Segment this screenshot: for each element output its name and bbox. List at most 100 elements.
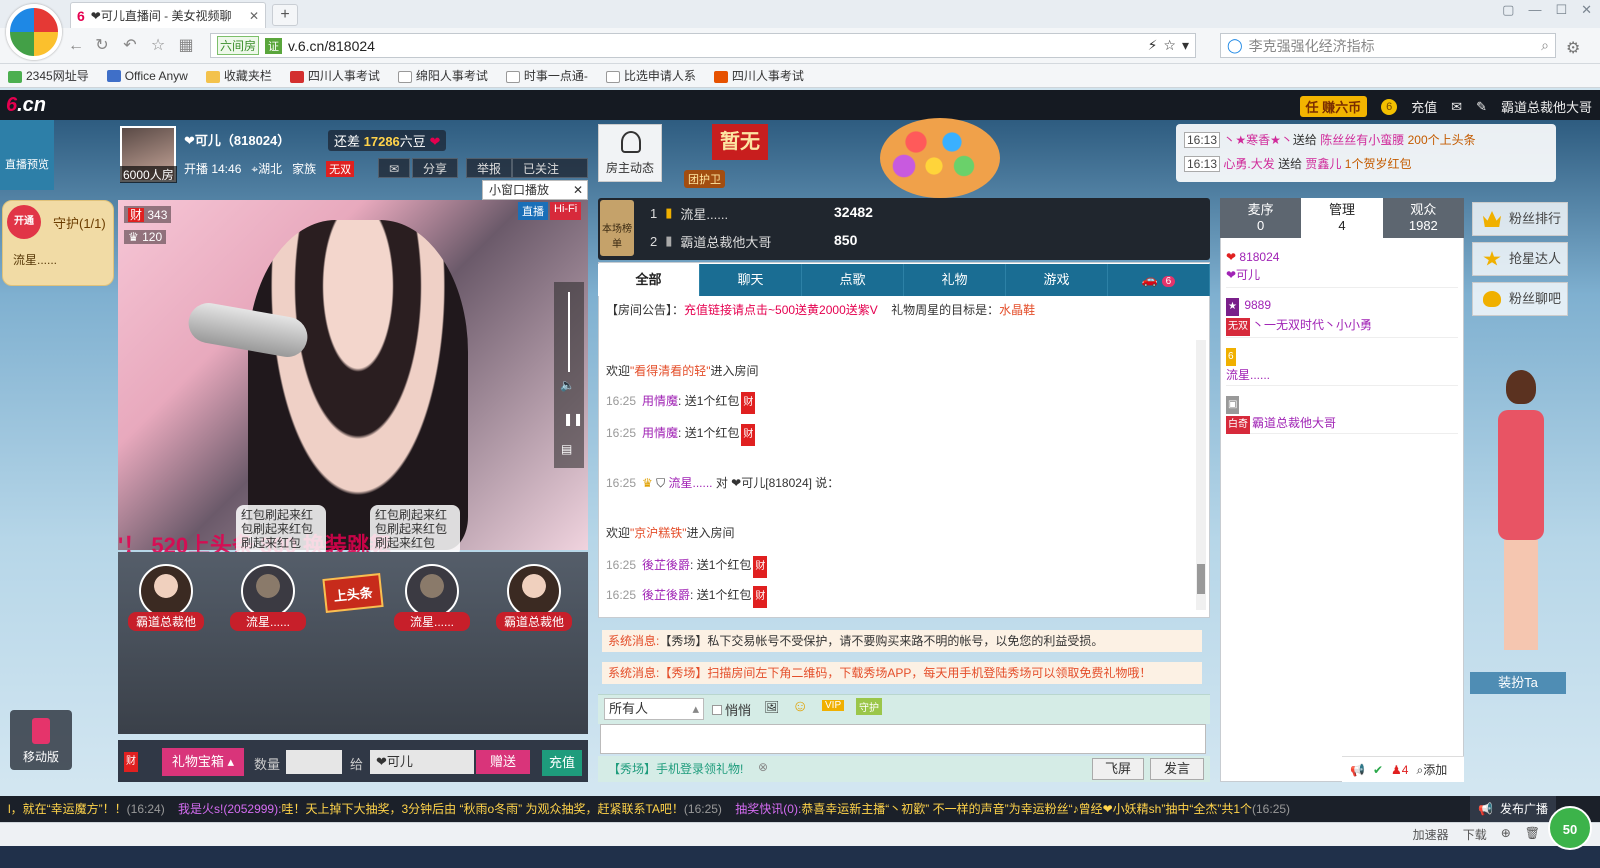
tab-queue[interactable]: 麦序 0 xyxy=(1220,198,1301,238)
user-row[interactable]: ❤ 818024 ❤可儿 xyxy=(1226,248,1458,288)
maximize-icon[interactable]: ☐ xyxy=(1555,2,1567,18)
host-dynamics-button[interactable]: 房主动态 xyxy=(598,124,662,182)
user-row[interactable]: ★ 9889 无双 丶一无双时代丶小小勇 xyxy=(1226,296,1458,338)
notice-link[interactable]: 充值链接请点击~500送黄2000送紫V xyxy=(684,303,878,317)
mini-window-button[interactable]: 小窗口播放 ✕ xyxy=(482,180,588,200)
open-guard-button[interactable]: 开通 xyxy=(7,205,41,239)
tab-admin[interactable]: 管理 4 xyxy=(1301,198,1383,238)
close-tab-icon[interactable]: ✕ xyxy=(249,9,259,23)
check-icon[interactable]: ✔ xyxy=(1373,763,1383,777)
url-text[interactable]: v.6.cn/818024 xyxy=(288,38,1142,54)
fans-rank-button[interactable]: 粉丝排行 xyxy=(1472,202,1568,236)
ranking-row[interactable]: 2 ▮ 霸道总裁他大哥 xyxy=(650,228,771,254)
report-button[interactable]: 举报 xyxy=(466,158,513,178)
vip-icon[interactable]: VIP xyxy=(822,700,845,711)
fan-item[interactable]: 霸道总裁他 xyxy=(496,564,572,644)
apps-icon[interactable]: ▦ xyxy=(176,36,196,56)
video-player[interactable] xyxy=(118,200,588,550)
site-logo[interactable]: 6.cn xyxy=(6,94,46,117)
mobile-version-button[interactable]: 移动版 xyxy=(10,710,72,770)
bookmark-item[interactable]: 收藏夹栏 xyxy=(205,67,272,84)
bookmark-item[interactable]: 四川人事考试 xyxy=(713,67,804,84)
guard-member[interactable]: 流星...... xyxy=(13,251,57,268)
chat-scrollbar[interactable] xyxy=(1196,340,1206,610)
bookmark-item[interactable]: 绵阳人事考试 xyxy=(397,67,488,84)
tab-gifts[interactable]: 礼物 xyxy=(904,264,1006,296)
browser-tab[interactable]: 6 ❤可儿直播间 - 美女视频聊 ✕ xyxy=(70,2,266,28)
lightning-icon[interactable]: ⚡ xyxy=(1148,37,1158,54)
share-button[interactable]: 分享 xyxy=(412,158,459,178)
tab-car[interactable]: 🚗 6 xyxy=(1108,264,1210,296)
close-window-icon[interactable]: ✕ xyxy=(1581,2,1592,18)
tab-chat[interactable]: 聊天 xyxy=(700,264,802,296)
pause-icon[interactable]: ❚❚ xyxy=(563,412,583,426)
bookmark-item[interactable]: 比选申请人系 xyxy=(605,67,696,84)
message-input[interactable] xyxy=(600,724,1206,754)
star-grabber-button[interactable]: 抢星达人 xyxy=(1472,242,1568,276)
fans-chat-button[interactable]: 粉丝聊吧 xyxy=(1472,282,1568,316)
ranking-row[interactable]: 1 ▮ 流星...... xyxy=(650,200,728,226)
quantity-input[interactable] xyxy=(286,750,342,774)
undo-icon[interactable]: ↶ xyxy=(120,36,140,56)
mobile-login-tip[interactable]: 【秀场】手机登录领礼物! xyxy=(608,760,743,777)
favorite-icon[interactable]: ☆ xyxy=(148,36,168,56)
download-button[interactable]: 下载 xyxy=(1463,826,1487,843)
dress-up-avatar[interactable] xyxy=(1480,370,1560,670)
bookmark-item[interactable]: Office Anyw xyxy=(106,69,188,83)
user-row[interactable]: ▣ 白奇 霸道总裁他大哥 xyxy=(1226,394,1458,434)
close-icon[interactable]: ✕ xyxy=(573,181,583,199)
zoom-icon[interactable]: ⊕ xyxy=(1501,826,1511,843)
skin-icon[interactable]: ▢ xyxy=(1502,2,1514,18)
megaphone-icon[interactable]: 📢 xyxy=(1350,763,1365,777)
tab-games[interactable]: 游戏 xyxy=(1006,264,1108,296)
add-button[interactable]: ⌕添加 xyxy=(1416,761,1447,778)
fan-item[interactable]: 霸道总裁他 xyxy=(128,564,204,644)
back-icon[interactable]: ← xyxy=(66,36,86,56)
volume-slider[interactable] xyxy=(568,292,570,372)
speaker-icon[interactable]: 🔈 xyxy=(560,378,575,392)
live-preview-button[interactable]: 直播预览 xyxy=(0,120,54,190)
network-speed-badge[interactable]: 50 xyxy=(1548,806,1592,850)
tools-icon[interactable]: ⚙ xyxy=(1566,38,1580,58)
hifi-tag[interactable]: Hi-Fi xyxy=(550,202,582,220)
browser-logo-icon[interactable] xyxy=(6,4,62,60)
tuanhu-badge[interactable]: 团护卫 xyxy=(684,170,725,188)
star-icon[interactable]: ☆ xyxy=(1163,37,1176,54)
emoji-icon[interactable]: ☺ xyxy=(792,698,808,716)
recipient-select[interactable]: ❤可儿 xyxy=(370,750,474,774)
family-tag[interactable]: 无双 xyxy=(326,160,355,177)
close-icon[interactable]: ⊗ xyxy=(758,760,768,774)
minimize-icon[interactable]: — xyxy=(1528,2,1541,18)
search-input[interactable]: 李克强强化经济指标 xyxy=(1249,36,1535,56)
publish-broadcast-button[interactable]: 📢 发布广播 xyxy=(1470,796,1556,822)
to-who-select[interactable]: 所有人 ▴ xyxy=(604,698,704,720)
mail-icon[interactable]: ✉ xyxy=(1451,99,1462,115)
edit-icon[interactable]: ✎ xyxy=(1476,99,1487,115)
tab-audience[interactable]: 观众 1982 xyxy=(1383,198,1464,238)
recharge-button[interactable]: 充值 xyxy=(542,750,582,776)
send-gift-button[interactable]: 赠送 xyxy=(476,750,530,774)
accelerator-button[interactable]: 加速器 xyxy=(1413,826,1449,843)
quiet-checkbox[interactable]: 悄悄 xyxy=(712,700,751,719)
search-box[interactable]: ◯ 李克强强化经济指标 ⌕ xyxy=(1220,33,1556,58)
search-icon[interactable]: ⌕ xyxy=(1541,37,1549,54)
ren-badge[interactable]: 任 赚六币 xyxy=(1299,96,1368,117)
checkbox-icon[interactable] xyxy=(712,705,722,715)
follow-button[interactable]: 已关注 xyxy=(512,158,588,178)
bookmark-item[interactable]: 时事一点通- xyxy=(505,67,588,84)
headline-button[interactable]: 上头条 xyxy=(322,573,384,613)
send-message-button[interactable]: 发言 xyxy=(1150,758,1204,780)
refresh-icon[interactable]: ↻ xyxy=(92,36,112,56)
ranking-label[interactable]: 本场榜单 xyxy=(600,200,634,256)
tab-all[interactable]: 全部 xyxy=(598,264,700,296)
new-tab-button[interactable]: + xyxy=(272,4,298,26)
address-bar[interactable]: 六间房 证 v.6.cn/818024 ⚡ ☆ ▾ xyxy=(210,33,1196,58)
user-name[interactable]: 霸道总裁他大哥 xyxy=(1501,97,1592,116)
bookmark-item[interactable]: 2345网址导 xyxy=(8,67,89,84)
scroll-thumb[interactable] xyxy=(1197,564,1205,594)
fly-screen-button[interactable]: 飞屏 xyxy=(1092,758,1144,780)
dress-up-button[interactable]: 装扮Ta xyxy=(1470,672,1566,694)
tab-songs[interactable]: 点歌 xyxy=(802,264,904,296)
fan-item[interactable]: 流星...... xyxy=(230,564,306,644)
fan-item[interactable]: 流星...... xyxy=(394,564,470,644)
